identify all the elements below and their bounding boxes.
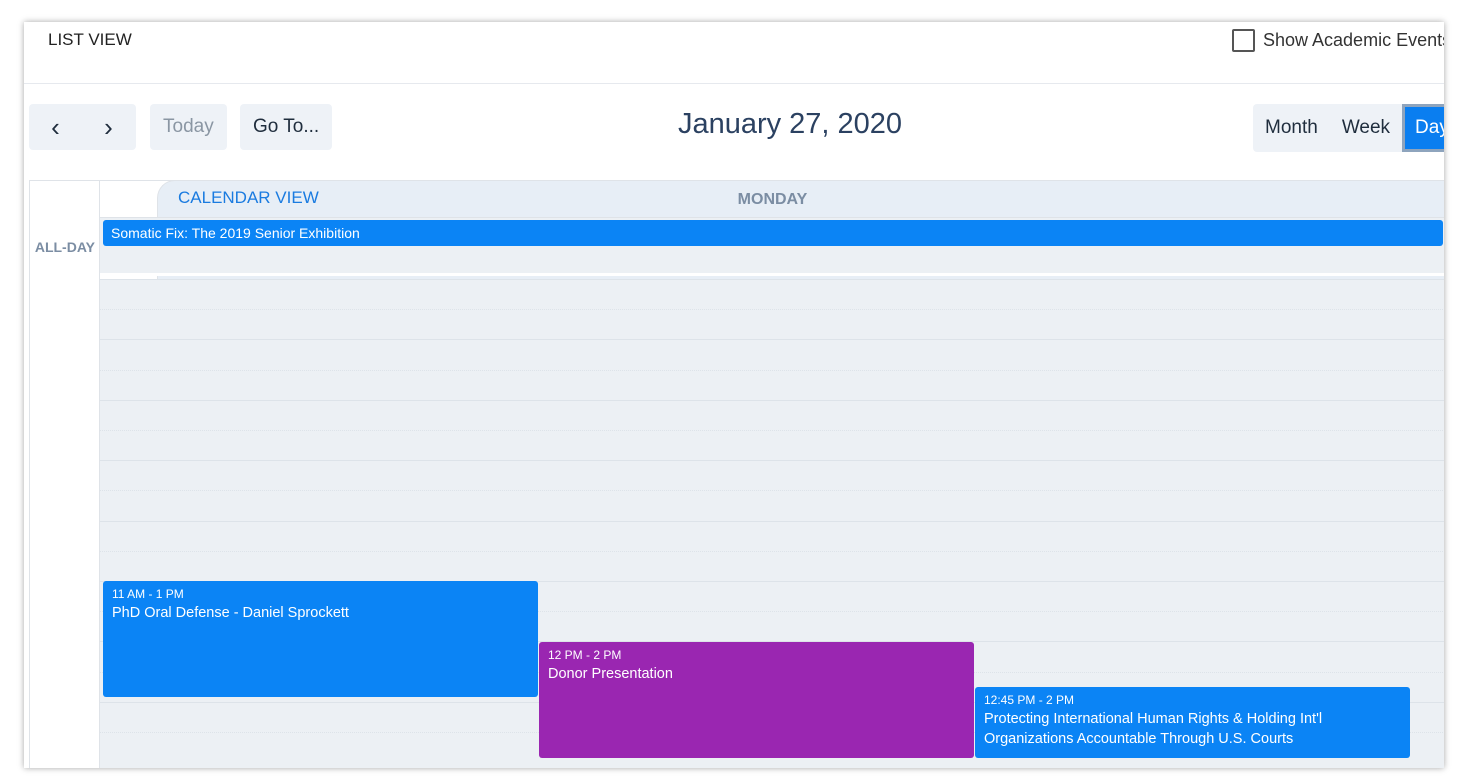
event-time: 12 PM - 2 PM — [548, 648, 622, 662]
half-hour-line — [100, 309, 1444, 311]
all-day-event[interactable]: Somatic Fix: The 2019 Senior Exhibition — [103, 220, 1443, 246]
tab-list-view[interactable]: LIST VIEW — [48, 23, 132, 57]
academic-events-label: Show Academic Events — [1263, 29, 1444, 50]
hour-line — [100, 279, 1444, 280]
date-nav-group: ‹ › — [29, 104, 136, 150]
hour-line — [100, 460, 1444, 462]
calendar-event[interactable]: 12 PM - 2 PM Donor Presentation — [539, 642, 974, 758]
event-title: PhD Oral Defense - Daniel Sprockett — [112, 605, 349, 621]
view-switch-bar: LIST VIEW CALENDAR VIEW Show Academic Ev… — [24, 22, 1444, 768]
current-date-title: January 27, 2020 — [677, 108, 903, 140]
next-button[interactable]: › — [82, 104, 135, 150]
hour-line — [100, 339, 1444, 341]
calendar-event[interactable]: 11 AM - 1 PM PhD Oral Defense - Daniel S… — [103, 581, 538, 697]
event-time: 12:45 PM - 2 PM — [984, 693, 1075, 707]
half-hour-line — [100, 369, 1444, 371]
range-switch: Month Week Day — [1253, 104, 1444, 152]
chevron-left-icon: ‹ — [51, 111, 60, 142]
calendar-toolbar: ‹ › Today Go To... January 27, 2020 Mont… — [24, 84, 1444, 180]
week-view-button[interactable]: Week — [1330, 104, 1402, 152]
half-hour-line — [100, 550, 1444, 552]
prev-button[interactable]: ‹ — [29, 104, 82, 150]
day-header: MONDAY — [100, 181, 1444, 218]
event-title: Donor Presentation — [548, 666, 673, 682]
half-hour-line — [100, 490, 1444, 492]
academic-events-checkbox[interactable] — [1232, 28, 1255, 52]
all-day-label: ALL-DAY — [34, 239, 95, 255]
event-time: 11 AM - 1 PM — [112, 587, 184, 601]
go-to-button[interactable]: Go To... — [240, 104, 333, 150]
calendar-event[interactable]: 12:45 PM - 2 PM Protecting International… — [975, 687, 1410, 758]
today-button[interactable]: Today — [150, 104, 227, 150]
hour-line — [100, 520, 1444, 522]
chevron-right-icon: › — [104, 111, 113, 142]
half-hour-line — [100, 430, 1444, 431]
day-view-button[interactable]: Day — [1402, 104, 1444, 152]
show-academic-events-toggle[interactable]: Show Academic Events — [1232, 27, 1444, 53]
calendar-window: LIST VIEW CALENDAR VIEW Show Academic Ev… — [24, 22, 1444, 768]
event-title: Protecting International Human Rights & … — [984, 711, 1323, 747]
month-view-button[interactable]: Month — [1253, 104, 1330, 152]
hour-line — [100, 399, 1444, 401]
day-calendar: MONDAY ALL-DAY Somatic Fix: The 2019 Sen… — [29, 180, 1444, 768]
